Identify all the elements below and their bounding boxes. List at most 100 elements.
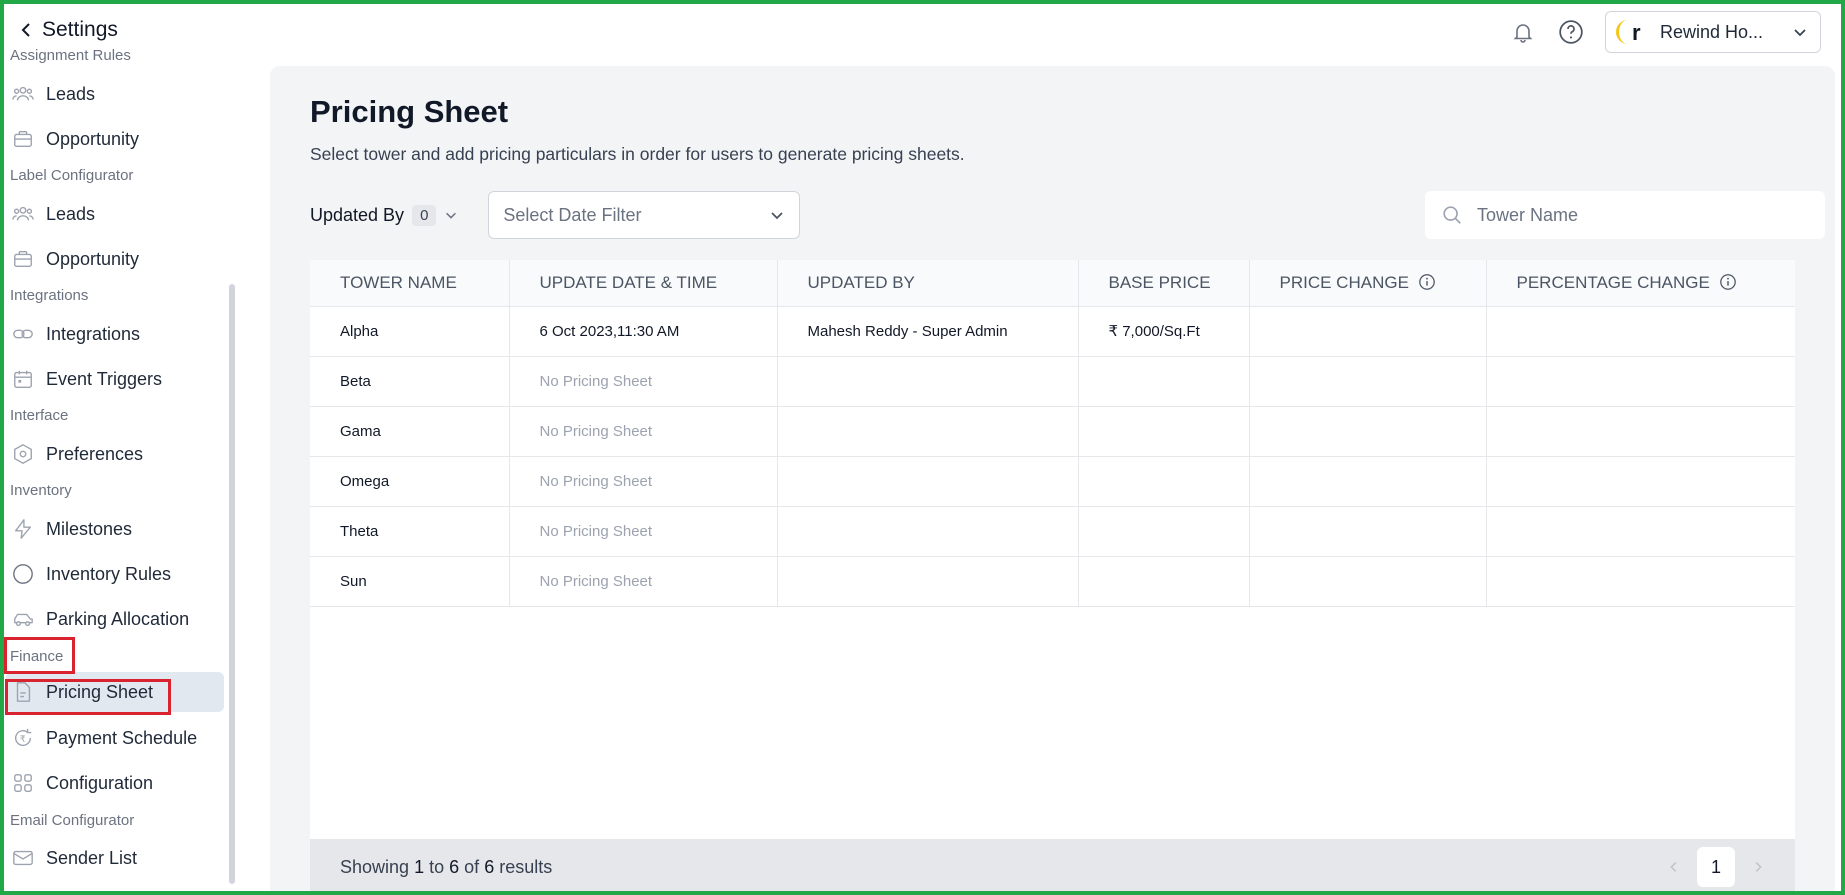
- table-row[interactable]: Alpha 6 Oct 2023,11:30 AM Mahesh Reddy -…: [310, 306, 1795, 357]
- sidebar-item-preferences[interactable]: Preferences: [6, 434, 224, 474]
- briefcase-icon: [14, 250, 32, 268]
- results-total: 6: [484, 856, 495, 877]
- cell-price-change: [1249, 356, 1487, 407]
- sidebar-item-sender-list[interactable]: Sender List: [6, 838, 224, 878]
- chevron-down-icon: [446, 212, 457, 219]
- cell-percentage-change: [1486, 406, 1795, 457]
- sidebar-item-integrations[interactable]: Integrations: [6, 314, 224, 354]
- date-filter-select[interactable]: Select Date Filter: [488, 191, 801, 239]
- table-row[interactable]: Theta No Pricing Sheet: [310, 506, 1795, 557]
- link-icon: [13, 329, 33, 339]
- page-subtitle: Select tower and add pricing particulars…: [310, 144, 965, 164]
- sidebar-item-payment-schedule[interactable]: ₹ Payment Schedule: [6, 718, 224, 758]
- back-button[interactable]: Settings: [18, 18, 118, 42]
- page-button-current[interactable]: 1: [1697, 847, 1735, 887]
- cell-tower-name[interactable]: Beta: [310, 356, 510, 407]
- column-header-tower-name[interactable]: Tower Name: [310, 260, 510, 307]
- highlight-pricing-sheet-item: [5, 679, 171, 715]
- top-bar: Settings r Rewind Ho...: [0, 0, 1845, 64]
- section-email-configurator: Email Configurator: [10, 812, 135, 829]
- table-row[interactable]: Gama No Pricing Sheet: [310, 406, 1795, 457]
- column-header-price-change[interactable]: Price Change: [1249, 260, 1487, 307]
- table-row[interactable]: Omega No Pricing Sheet: [310, 456, 1795, 507]
- users-icon: [12, 86, 34, 101]
- table-row[interactable]: Sun No Pricing Sheet: [310, 556, 1795, 607]
- results-from: 1: [414, 856, 425, 877]
- sidebar-item-label-leads[interactable]: Leads: [6, 194, 224, 234]
- cell-tower-name[interactable]: Theta: [310, 506, 510, 557]
- cell-price-change: [1249, 306, 1487, 357]
- bolt-icon: [14, 519, 32, 539]
- sidebar-item-label-opportunity[interactable]: Opportunity: [6, 239, 224, 279]
- cell-percentage-change: [1486, 306, 1795, 357]
- sidebar-scrollbar[interactable]: [229, 284, 235, 884]
- cell-percentage-change: [1486, 356, 1795, 407]
- pagination: 1: [1667, 847, 1765, 887]
- sidebar-item-label: Event Triggers: [46, 368, 163, 389]
- sidebar-item-label: Parking Allocation: [46, 608, 190, 629]
- cell-price-change: [1249, 506, 1487, 557]
- cell-base-price: [1078, 556, 1250, 607]
- column-header-updated-by[interactable]: Updated By: [777, 260, 1079, 307]
- chevron-left-icon[interactable]: [1667, 860, 1681, 874]
- info-icon[interactable]: [1719, 273, 1737, 291]
- sidebar-item-event-triggers[interactable]: Event Triggers: [6, 359, 224, 399]
- cell-updated-by: [777, 356, 1079, 407]
- info-icon[interactable]: [1418, 273, 1436, 291]
- cell-updated-by: [777, 506, 1079, 557]
- cell-base-price: [1078, 406, 1250, 457]
- circle-icon: [13, 564, 33, 584]
- results-to: 6: [449, 856, 460, 877]
- cell-base-price: [1078, 456, 1250, 507]
- cell-update-date: No Pricing Sheet: [509, 556, 778, 607]
- pricing-table: Tower Name Update Date & Time Updated By…: [310, 260, 1795, 607]
- section-integrations: Integrations: [10, 287, 89, 304]
- tower-search-input[interactable]: [1477, 204, 1797, 226]
- sidebar-item-milestones[interactable]: Milestones: [6, 509, 224, 549]
- page-title: Pricing Sheet: [310, 94, 509, 129]
- sidebar-item-configuration[interactable]: Configuration: [6, 763, 224, 803]
- date-filter-placeholder: Select Date Filter: [503, 204, 642, 225]
- sidebar-item-label: Leads: [46, 203, 96, 224]
- table-row[interactable]: Beta No Pricing Sheet: [310, 356, 1795, 407]
- highlight-finance-section: [4, 637, 75, 674]
- cell-tower-name[interactable]: Sun: [310, 556, 510, 607]
- cell-base-price: [1078, 356, 1250, 407]
- sidebar-item-label: Preferences: [46, 443, 144, 464]
- cell-tower-name[interactable]: Alpha: [310, 306, 510, 357]
- sidebar-item-assignment-leads[interactable]: Leads: [6, 74, 224, 114]
- sidebar-item-assignment-opportunity[interactable]: Opportunity: [6, 119, 224, 159]
- calendar-icon: [14, 370, 32, 388]
- cell-updated-by: [777, 406, 1079, 457]
- column-header-base-price[interactable]: Base Price: [1078, 260, 1250, 307]
- cell-tower-name[interactable]: Omega: [310, 456, 510, 507]
- cell-tower-name[interactable]: Gama: [310, 406, 510, 457]
- column-header-update-date[interactable]: Update Date & Time: [509, 260, 778, 307]
- section-label-configurator: Label Configurator: [10, 167, 134, 184]
- updated-by-filter[interactable]: Updated By 0: [310, 204, 458, 226]
- chevron-right-icon[interactable]: [1751, 860, 1765, 874]
- cell-base-price: ₹ 7,000/Sq.Ft: [1078, 306, 1250, 357]
- cell-price-change: [1249, 456, 1487, 507]
- filter-bar: Updated By 0 Select Date Filter: [310, 191, 801, 239]
- organization-switcher[interactable]: r Rewind Ho...: [1605, 11, 1821, 53]
- cell-updated-by: [777, 456, 1079, 507]
- sidebar-item-inventory-rules[interactable]: Inventory Rules: [6, 554, 224, 594]
- users-icon: [12, 206, 34, 221]
- chevron-down-icon: [1794, 29, 1806, 37]
- pricing-table-container: Tower Name Update Date & Time Updated By…: [310, 260, 1795, 895]
- cell-price-change: [1249, 406, 1487, 457]
- grid-icon: [14, 774, 32, 792]
- help-icon[interactable]: [1557, 18, 1585, 46]
- bell-icon[interactable]: [1509, 18, 1537, 46]
- chevron-left-icon: [21, 23, 30, 37]
- sidebar-item-label: Inventory Rules: [46, 563, 172, 584]
- updated-by-label: Updated By: [310, 204, 405, 225]
- column-header-percentage-change[interactable]: Percentage Change: [1486, 260, 1795, 307]
- briefcase-icon: [14, 130, 32, 148]
- cell-update-date: No Pricing Sheet: [509, 356, 778, 407]
- sidebar-item-parking-allocation[interactable]: Parking Allocation: [6, 599, 224, 639]
- search-icon: [1443, 206, 1461, 224]
- sidebar-item-label: Integrations: [46, 323, 141, 344]
- section-assignment-rules: Assignment Rules: [10, 47, 131, 64]
